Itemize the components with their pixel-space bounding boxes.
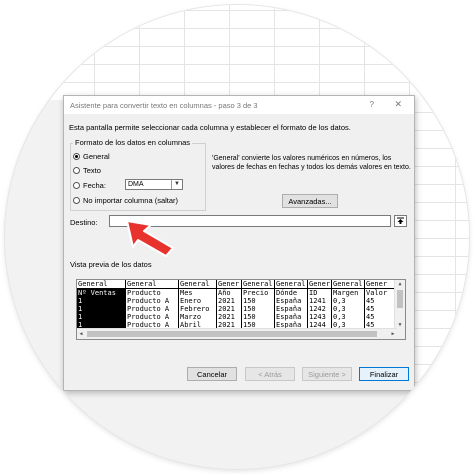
preview-cell: 1 xyxy=(78,313,83,321)
preview-column[interactable]: Gener Año 2021 2021 2021 2021 xyxy=(216,280,242,329)
radio-text[interactable]: Texto xyxy=(73,166,101,175)
horizontal-scroll-thumb[interactable] xyxy=(87,331,377,337)
preview-column[interactable]: Gener ID 1241 1242 1243 1244 xyxy=(307,280,332,329)
preview-column-header[interactable]: General xyxy=(126,280,179,288)
preview-column[interactable]: General Dónde España España España Españ… xyxy=(274,280,308,329)
preview-horizontal-scrollbar[interactable]: ◀ ▶ xyxy=(77,328,397,339)
back-button[interactable]: < Atrás xyxy=(245,367,295,381)
preview-column-header[interactable]: Gener xyxy=(308,280,332,288)
preview-cell: 2021 xyxy=(218,297,235,305)
cancel-button[interactable]: Cancelar xyxy=(187,367,237,381)
format-info-text: 'General' convierte los valores numérico… xyxy=(212,155,411,171)
radio-skip-column-circle[interactable] xyxy=(73,197,80,204)
preview-column-header[interactable]: Gener xyxy=(217,280,242,288)
spreadsheet-background-right xyxy=(411,100,469,400)
radio-text-label: Texto xyxy=(83,166,101,175)
preview-cell: Producto A xyxy=(127,313,170,321)
preview-cell: Producto A xyxy=(127,305,170,313)
preview-column-header[interactable]: General xyxy=(332,280,365,288)
preview-column-header[interactable]: General xyxy=(179,280,217,288)
help-icon[interactable]: ? xyxy=(370,100,374,109)
data-preview[interactable]: General Nº Ventas 1 1 1 1 General Produc… xyxy=(76,279,406,340)
vertical-scroll-thumb[interactable] xyxy=(397,290,403,308)
scrollbar-corner xyxy=(395,329,405,339)
date-format-select[interactable]: DMA ▼ xyxy=(125,179,183,190)
preview-column-header[interactable]: General xyxy=(275,280,308,288)
preview-cell: 1 xyxy=(78,297,83,305)
date-format-value: DMA xyxy=(128,181,144,188)
preview-cell: 2021 xyxy=(218,313,235,321)
preview-column[interactable]: General Margen 0,3 0,3 0,3 0,3 xyxy=(331,280,365,329)
preview-cell: Dónde xyxy=(276,289,298,297)
dialog-title: Asistente para convertir texto en column… xyxy=(70,101,258,110)
preview-label: Vista previa de los datos xyxy=(70,260,152,269)
destination-label: Destino: xyxy=(70,218,98,227)
format-group: Formato de los datos en columnas General… xyxy=(70,138,206,211)
preview-cell: 1241 xyxy=(309,297,326,305)
radio-date[interactable]: Fecha: xyxy=(73,181,106,190)
spreadsheet-background xyxy=(5,5,469,100)
preview-cell: 150 xyxy=(243,305,256,313)
preview-cell: Febrero xyxy=(180,305,210,313)
preview-column[interactable]: General Nº Ventas 1 1 1 1 xyxy=(77,280,125,329)
radio-text-circle[interactable] xyxy=(73,167,80,174)
preview-cell: Año xyxy=(218,289,231,297)
range-selector-icon xyxy=(397,217,404,224)
preview-cell: ID xyxy=(309,289,318,297)
dialog-description: Esta pantalla permite seleccionar cada c… xyxy=(69,123,351,132)
preview-cell: España xyxy=(276,297,302,305)
preview-cell: 0,3 xyxy=(333,313,346,321)
next-button[interactable]: Siguiente > xyxy=(302,367,352,381)
scroll-left-icon[interactable]: ◀ xyxy=(77,329,85,339)
preview-column-header[interactable]: General xyxy=(242,280,275,288)
preview-vertical-scrollbar[interactable]: ▲ ▼ xyxy=(394,280,405,329)
advanced-button[interactable]: Avanzadas... xyxy=(282,194,338,208)
preview-cell: España xyxy=(276,305,302,313)
preview-cell: 1 xyxy=(78,305,83,313)
radio-general[interactable]: General xyxy=(73,152,110,161)
preview-cell: 150 xyxy=(243,297,256,305)
dialog-titlebar: Asistente para convertir texto en column… xyxy=(64,96,414,114)
radio-general-circle[interactable] xyxy=(73,153,80,160)
radio-skip-column-label: No importar columna (saltar) xyxy=(83,196,179,205)
radio-skip-column[interactable]: No importar columna (saltar) xyxy=(73,196,178,205)
radio-date-label: Fecha: xyxy=(83,181,106,190)
format-group-label: Formato de los datos en columnas xyxy=(73,138,193,147)
text-to-columns-wizard-dialog: Asistente para convertir texto en column… xyxy=(63,95,415,391)
preview-cell: 2021 xyxy=(218,305,235,313)
preview-cell: Producto xyxy=(127,289,161,297)
radio-general-label: General xyxy=(83,152,110,161)
preview-column[interactable]: General Producto Producto A Producto A P… xyxy=(125,280,179,329)
preview-cell: 1243 xyxy=(309,313,326,321)
preview-cell: Enero xyxy=(180,297,202,305)
preview-column[interactable]: General Precio 150 150 150 150 xyxy=(241,280,275,329)
preview-cell: Nº Ventas xyxy=(78,289,116,297)
preview-cell: Mes xyxy=(180,289,193,297)
chevron-down-icon[interactable]: ▼ xyxy=(171,180,182,189)
finish-button[interactable]: Finalizar xyxy=(359,367,409,381)
preview-column[interactable]: Gener Valor 45 45 45 45 xyxy=(364,280,398,329)
preview-column-header[interactable]: General xyxy=(77,280,125,288)
preview-cell: Producto A xyxy=(127,297,170,305)
preview-cell: Margen xyxy=(333,289,359,297)
preview-column[interactable]: General Mes Enero Febrero Marzo Abril xyxy=(178,280,217,329)
collapse-range-button[interactable] xyxy=(394,215,407,227)
preview-cell: España xyxy=(276,313,302,321)
preview-cell: Marzo xyxy=(180,313,202,321)
preview-cell: 0,3 xyxy=(333,297,346,305)
circular-frame: Asistente para convertir texto en column… xyxy=(5,5,469,469)
preview-cell: 0,3 xyxy=(333,305,346,313)
radio-date-circle[interactable] xyxy=(73,182,80,189)
red-pointer-arrow-icon xyxy=(126,220,174,257)
preview-cell: 1242 xyxy=(309,305,326,313)
close-icon[interactable]: ✕ xyxy=(394,99,402,110)
preview-cell: Precio xyxy=(243,289,269,297)
preview-cell: 150 xyxy=(243,313,256,321)
scroll-up-icon[interactable]: ▲ xyxy=(395,280,405,288)
